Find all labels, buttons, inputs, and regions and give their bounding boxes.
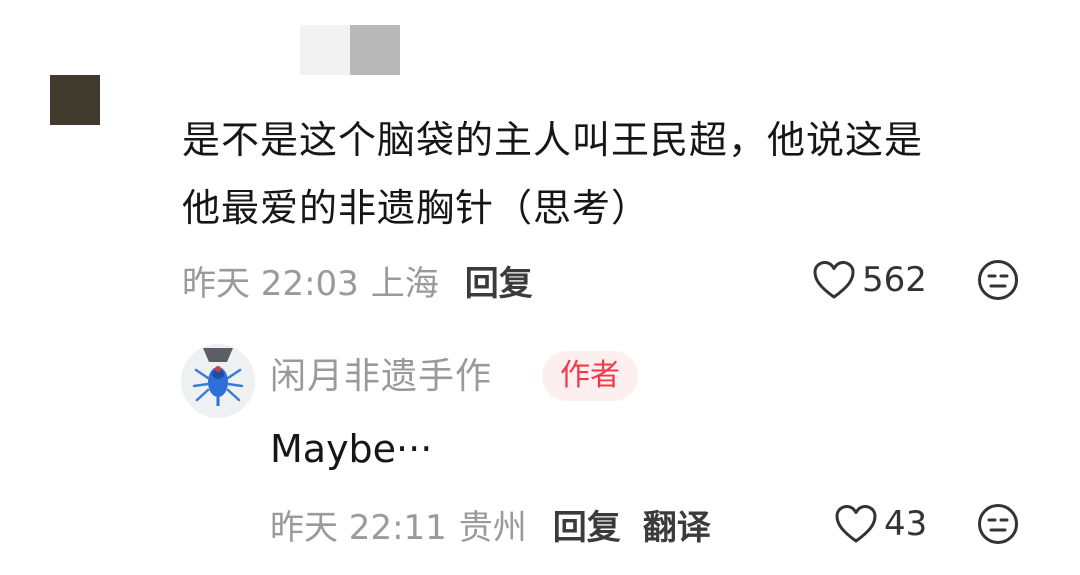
heart-outline-icon bbox=[835, 505, 877, 543]
main-comment-like-button[interactable]: 562 bbox=[812, 255, 927, 305]
reply-time: 昨天 22:11 bbox=[270, 507, 447, 548]
reply-text: Maybe··· bbox=[270, 427, 433, 471]
main-comment-location: 上海 bbox=[370, 263, 439, 304]
main-comment-reply-button[interactable]: 回复 bbox=[465, 256, 533, 305]
neutral-face-icon[interactable] bbox=[977, 503, 1019, 545]
main-comment-avatar[interactable] bbox=[50, 75, 100, 125]
reply-meta: 昨天 22:11 贵州 回复 翻译 bbox=[270, 499, 711, 549]
main-comment-line-2: 他最爱的非遗胸针（思考） bbox=[182, 186, 651, 230]
reply-author-avatar[interactable] bbox=[181, 344, 255, 418]
reply-author-name[interactable]: 闲月非遗手作 bbox=[270, 352, 492, 402]
reply-like-count: 43 bbox=[884, 504, 928, 544]
main-comment-time: 昨天 22:03 bbox=[182, 263, 359, 304]
main-comment-meta: 昨天 22:03 上海 回复 bbox=[182, 255, 533, 305]
main-comment-username-redacted[interactable] bbox=[300, 25, 400, 75]
reply-like-button[interactable]: 43 bbox=[834, 499, 927, 549]
heart-outline-icon bbox=[813, 261, 855, 299]
reply-reply-button[interactable]: 回复 bbox=[553, 500, 621, 549]
reply-location: 贵州 bbox=[458, 507, 527, 548]
main-comment-like-count: 562 bbox=[862, 260, 927, 300]
main-comment-line-1: 是不是这个脑袋的主人叫王民超，他说这是 bbox=[182, 118, 924, 162]
neutral-face-icon[interactable] bbox=[977, 259, 1019, 301]
author-badge: 作者 bbox=[542, 351, 638, 401]
reply-translate-button[interactable]: 翻译 bbox=[643, 500, 711, 549]
main-comment-text: 是不是这个脑袋的主人叫王民超，他说这是 他最爱的非遗胸针（思考） bbox=[182, 106, 1032, 242]
